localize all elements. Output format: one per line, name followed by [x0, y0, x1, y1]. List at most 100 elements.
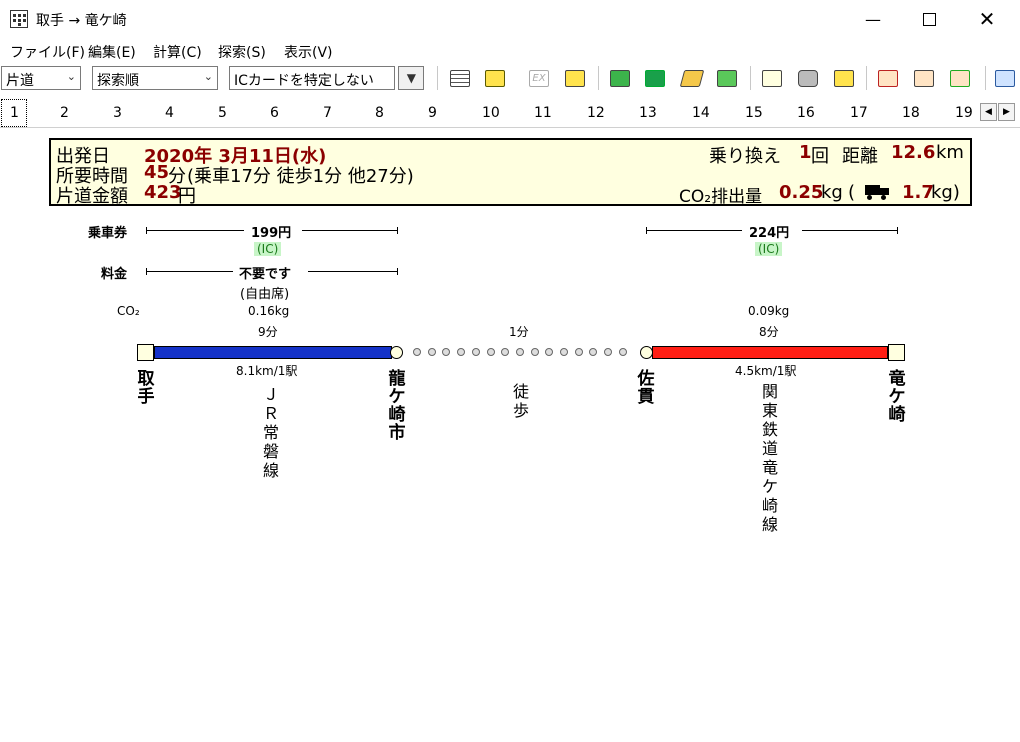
tab-14[interactable]: 14 [684, 99, 737, 127]
bracket-tick [646, 227, 647, 234]
menu-calc[interactable]: 計算(C) [153, 42, 202, 62]
trip-type-select[interactable]: 片道 ⌄ [1, 66, 81, 90]
tab-8[interactable]: 8 [367, 99, 420, 127]
ticket-bracket-line [802, 230, 898, 231]
window-title: 取手 → 竜ケ崎 [36, 13, 127, 29]
tab-7[interactable]: 7 [315, 99, 368, 127]
tab-19[interactable]: 19 [947, 99, 977, 127]
line-kanto-railway[interactable]: 関東鉄道竜ケ崎線 [761, 382, 779, 534]
ic-card-dropdown-button[interactable]: ▼ [398, 66, 424, 90]
bracket-tick [897, 227, 898, 234]
timetable-icon[interactable] [448, 66, 472, 90]
walking-path-dot [413, 348, 421, 356]
walking-path-dot [545, 348, 554, 356]
previous-arrow-icon[interactable] [876, 66, 900, 90]
car-co2-value: 1.7 [902, 182, 934, 203]
truck-icon [865, 185, 889, 200]
search-binoculars-icon[interactable] [912, 66, 936, 90]
travel-time-detail: (乗車17分 徒歩1分 他27分) [187, 166, 414, 187]
co2-value: 0.25 [779, 182, 824, 203]
next-arrow-icon[interactable] [948, 66, 972, 90]
tab-16[interactable]: 16 [789, 99, 842, 127]
calendar-green-icon[interactable] [608, 66, 632, 90]
ex-icon[interactable]: EX [527, 66, 551, 90]
memo-icon[interactable] [760, 66, 784, 90]
bus-icon[interactable] [832, 66, 856, 90]
tab-15[interactable]: 15 [737, 99, 790, 127]
fare-value: 423 [144, 182, 182, 203]
bracket-tick [397, 227, 398, 234]
station-sanuki[interactable]: 佐貫 [636, 370, 656, 406]
close-icon[interactable]: ✕ [964, 0, 1010, 38]
sort-order-value: 探索順 [97, 73, 139, 89]
tab-10[interactable]: 10 [474, 99, 527, 127]
fee-bracket-line [308, 271, 398, 272]
tab-18[interactable]: 18 [894, 99, 947, 127]
tab-5[interactable]: 5 [210, 99, 263, 127]
toolbar-separator [750, 66, 751, 90]
menu-file[interactable]: ファイル(F) [10, 42, 85, 62]
walking-path-dot [457, 348, 466, 356]
tab-1[interactable]: 1 [1, 99, 27, 127]
edit-timetable-icon[interactable] [715, 66, 739, 90]
co2-row-label: CO₂ [117, 304, 140, 318]
ic-card-icon[interactable] [643, 66, 667, 90]
fee-bracket-line [146, 271, 233, 272]
segment1-fee-note: (自由席) [240, 287, 290, 302]
station-toride[interactable]: 取手 [136, 370, 156, 406]
ticket-bracket-line [146, 230, 244, 231]
segment3-distance: 4.5km/1駅 [735, 364, 797, 378]
window-stack-icon[interactable] [563, 66, 587, 90]
ticket-bracket-line [302, 230, 398, 231]
minimize-icon[interactable]: — [850, 0, 896, 38]
jr-joban-line-bar [154, 346, 392, 359]
tab-12[interactable]: 12 [579, 99, 632, 127]
menu-bar: ファイル(F) 編集(E) 計算(C) 探索(S) 表示(V) [0, 40, 1020, 62]
transfer-unit: 回 [811, 146, 829, 167]
printer-icon[interactable] [796, 66, 820, 90]
segment1-co2: 0.16kg [248, 304, 290, 318]
title-bar[interactable]: 取手 → 竜ケ崎 — ✕ [0, 0, 1020, 38]
distance-label: 距離 [842, 146, 878, 167]
tab-13[interactable]: 13 [631, 99, 684, 127]
fee-row-label: 料金 [101, 267, 128, 282]
tab-17[interactable]: 17 [842, 99, 895, 127]
walking-path-dot [589, 348, 598, 356]
app-calendar-icon[interactable] [10, 10, 28, 28]
menu-search[interactable]: 探索(S) [218, 42, 266, 62]
bracket-tick [146, 227, 147, 234]
segment3-time: 8分 [759, 325, 779, 339]
station-ryugasaki[interactable]: 竜ケ崎 [887, 370, 907, 424]
station-marker-origin [137, 344, 154, 361]
tab-9[interactable]: 9 [420, 99, 473, 127]
maximize-icon[interactable] [906, 0, 952, 38]
map-icon[interactable] [679, 66, 705, 90]
ic-card-input[interactable]: ICカードを特定しない [229, 66, 395, 90]
settings-pen-icon[interactable] [993, 66, 1017, 90]
toolbar-separator [437, 66, 438, 90]
menu-view[interactable]: 表示(V) [284, 42, 333, 62]
sort-order-select[interactable]: 探索順 ⌄ [92, 66, 218, 90]
bracket-tick [397, 268, 398, 275]
segment3-ic-badge: (IC) [755, 242, 783, 256]
chevron-down-icon: ⌄ [203, 70, 213, 83]
tab-scroll-left-icon[interactable]: ◀ [980, 103, 997, 121]
route-check-icon[interactable] [483, 66, 507, 90]
tab-2[interactable]: 2 [52, 99, 105, 127]
walking-path-dot [560, 348, 568, 356]
fare-label: 片道金額 [56, 186, 128, 207]
tab-scroll-right-icon[interactable]: ▶ [998, 103, 1015, 121]
tab-11[interactable]: 11 [526, 99, 579, 127]
station-ryugasakishi[interactable]: 龍ケ崎市 [387, 370, 407, 442]
line-jr-joban[interactable]: ＪＲ常磐線 [262, 385, 280, 480]
tab-6[interactable]: 6 [262, 99, 315, 127]
segment3-fare: 224円 [749, 226, 790, 241]
segment1-ic-badge: (IC) [254, 242, 282, 256]
ic-card-value: ICカードを特定しない [234, 73, 374, 89]
toolbar-separator [598, 66, 599, 90]
menu-edit[interactable]: 編集(E) [88, 42, 136, 62]
tab-3[interactable]: 3 [105, 99, 158, 127]
station-marker-transfer [390, 346, 403, 359]
tab-4[interactable]: 4 [157, 99, 210, 127]
walking-path-dot [574, 348, 583, 356]
